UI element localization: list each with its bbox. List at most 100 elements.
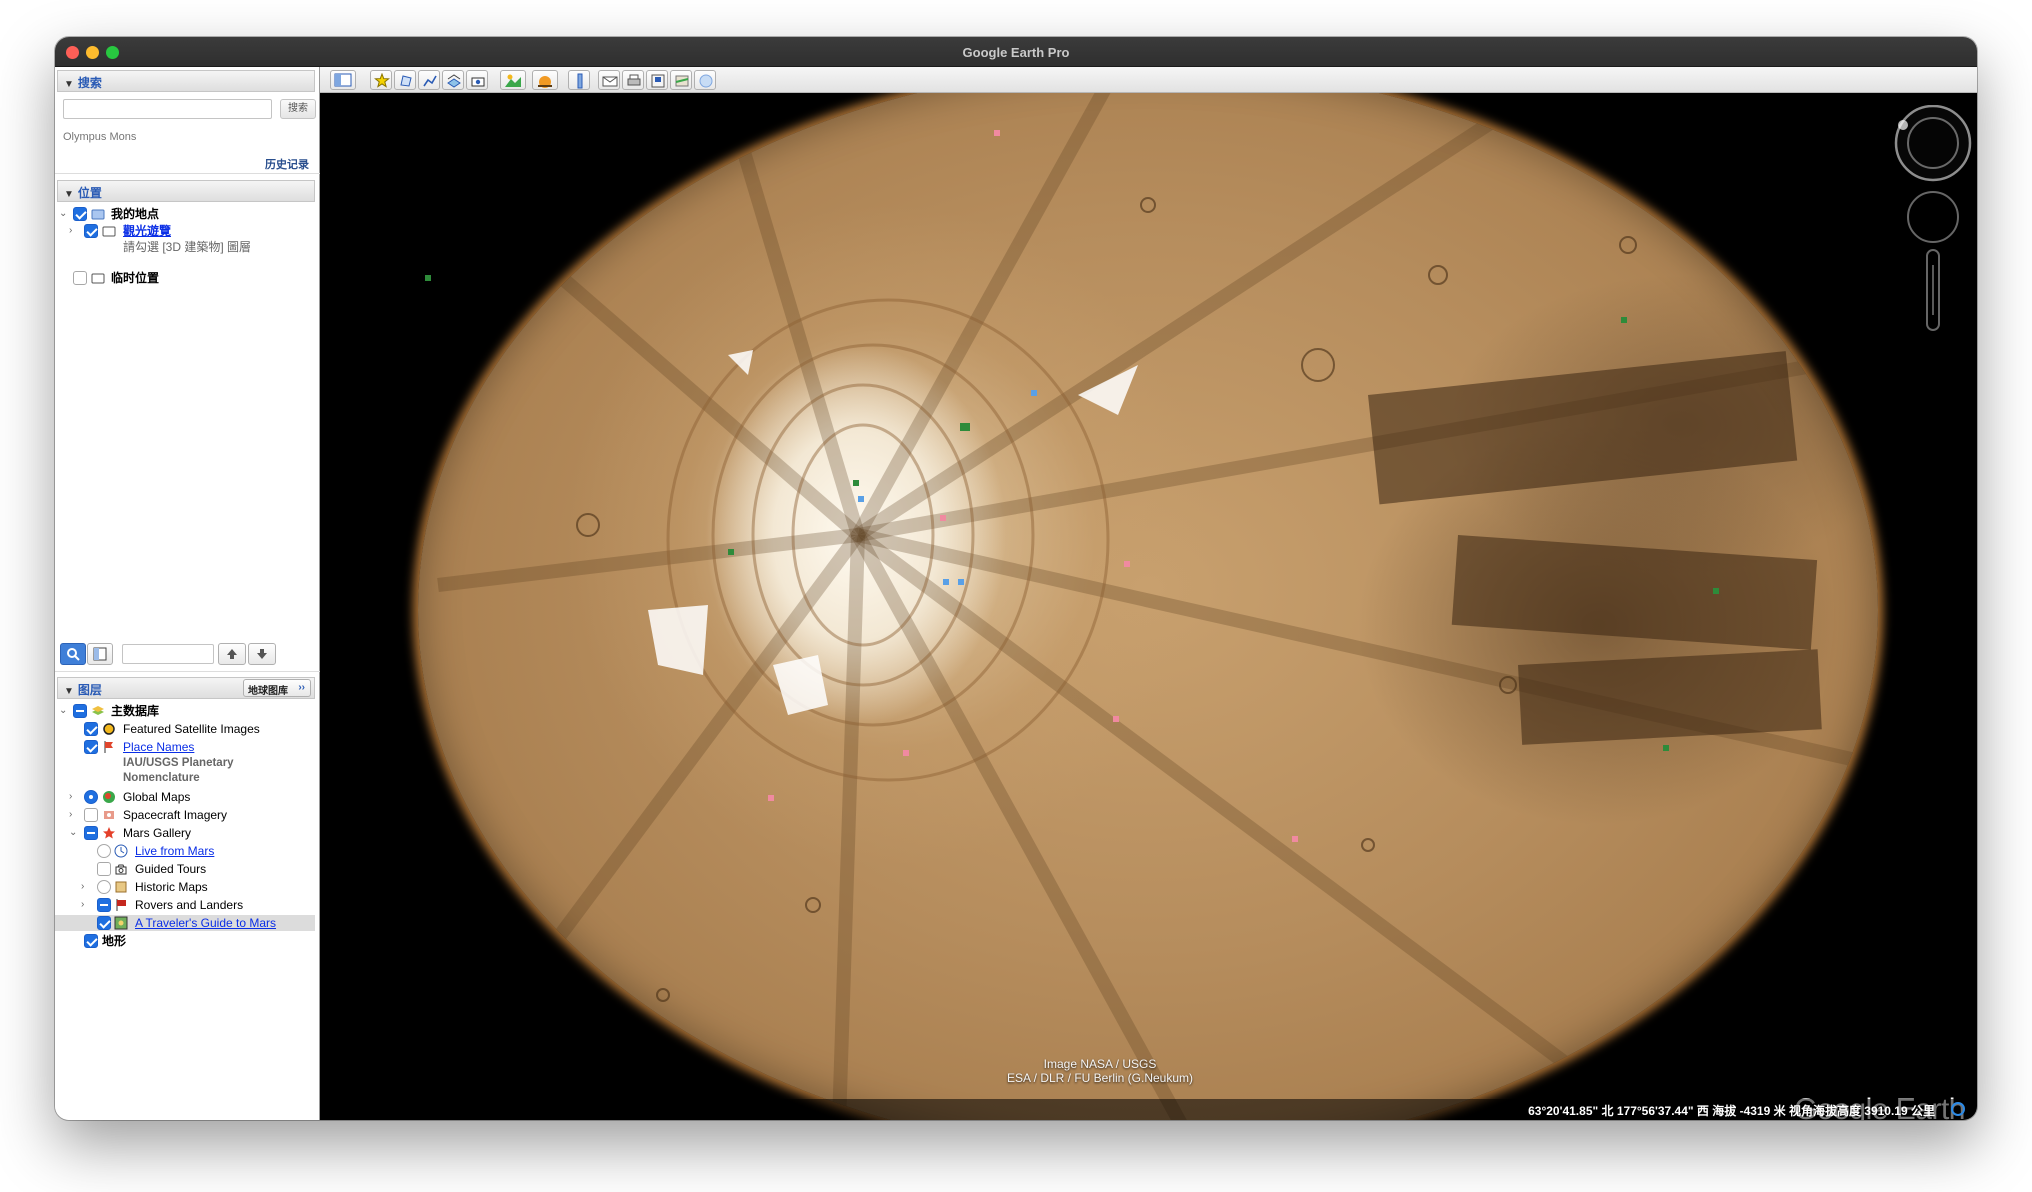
expand-arrow-icon[interactable]: › bbox=[69, 807, 72, 823]
places-item-sightseeing[interactable]: › 觀光遊覽 bbox=[55, 223, 315, 239]
search-panel-header[interactable]: ▼ 搜索 bbox=[57, 70, 315, 92]
search-input[interactable] bbox=[63, 99, 272, 119]
map-marker-icon[interactable] bbox=[853, 480, 859, 486]
panel-splitter[interactable] bbox=[55, 173, 320, 177]
layer-primary-database[interactable]: ⌄ 主数据库 bbox=[55, 703, 315, 719]
earth-gallery-button[interactable]: 地球图库 ›› bbox=[243, 679, 311, 697]
checkbox[interactable] bbox=[97, 862, 111, 876]
places-item-label: 我的地点 bbox=[111, 207, 160, 221]
checkbox[interactable] bbox=[84, 740, 98, 754]
places-panel-header[interactable]: ▼ 位置 bbox=[57, 180, 315, 202]
map-marker-icon[interactable] bbox=[903, 750, 909, 756]
map-marker-icon[interactable] bbox=[958, 579, 964, 585]
checkbox[interactable] bbox=[84, 826, 98, 840]
print-button[interactable] bbox=[622, 70, 644, 90]
checkbox[interactable] bbox=[97, 916, 111, 930]
map-marker-icon[interactable] bbox=[1621, 317, 1627, 323]
layer-historic-maps[interactable]: › Historic Maps bbox=[55, 879, 315, 895]
layer-rovers-landers[interactable]: › Rovers and Landers bbox=[55, 897, 315, 913]
map-marker-icon[interactable] bbox=[1031, 390, 1037, 396]
layer-global-maps[interactable]: › Global Maps bbox=[55, 789, 315, 805]
expand-arrow-icon[interactable]: ⌄ bbox=[69, 825, 77, 841]
status-bar: 63°20'41.85" 北 177°56'37.44" 西 海拔 -4319 … bbox=[320, 1099, 1977, 1120]
panel-splitter[interactable] bbox=[55, 671, 320, 675]
places-item-my-places[interactable]: ⌄ 我的地点 bbox=[55, 206, 315, 222]
email-button[interactable] bbox=[598, 70, 620, 90]
historical-imagery-button[interactable] bbox=[500, 70, 526, 90]
map-marker-icon[interactable] bbox=[768, 795, 774, 801]
expand-arrow-icon[interactable]: › bbox=[69, 789, 72, 805]
look-joystick[interactable] bbox=[1894, 105, 1972, 182]
sunlight-button[interactable] bbox=[532, 70, 558, 90]
search-history-item[interactable]: Olympus Mons bbox=[63, 131, 136, 143]
add-placemark-button[interactable] bbox=[370, 70, 392, 90]
checkbox[interactable] bbox=[84, 224, 98, 238]
clock-icon bbox=[114, 844, 128, 858]
zoom-slider[interactable] bbox=[1926, 249, 1940, 331]
tour-field[interactable] bbox=[122, 644, 214, 664]
search-button[interactable]: 搜索 bbox=[280, 99, 316, 119]
globe-icon bbox=[699, 74, 713, 88]
map-marker-icon[interactable] bbox=[425, 275, 431, 281]
view-in-maps-button[interactable] bbox=[670, 70, 692, 90]
add-path-button[interactable] bbox=[418, 70, 440, 90]
layer-live-from-mars[interactable]: Live from Mars bbox=[55, 843, 315, 859]
layer-featured-satellite[interactable]: Featured Satellite Images bbox=[55, 721, 315, 737]
save-image-button[interactable] bbox=[646, 70, 668, 90]
sidebar-toggle-button[interactable] bbox=[330, 70, 356, 90]
tour-icon bbox=[471, 77, 485, 87]
mars-globe[interactable] bbox=[418, 93, 1878, 1120]
expand-arrow-icon[interactable]: ⌄ bbox=[59, 206, 67, 222]
expand-arrow-icon[interactable]: › bbox=[81, 879, 84, 895]
search-places-button[interactable] bbox=[60, 643, 86, 665]
map-marker-icon[interactable] bbox=[1663, 745, 1669, 751]
layer-terrain[interactable]: 地形 bbox=[55, 933, 315, 949]
loading-status-icon bbox=[1951, 1102, 1965, 1116]
arrow-up-icon bbox=[227, 649, 237, 659]
places-item-temporary[interactable]: 临时位置 bbox=[55, 270, 315, 286]
map-marker-icon[interactable] bbox=[728, 549, 734, 555]
layer-spacecraft-imagery[interactable]: › Spacecraft Imagery bbox=[55, 807, 315, 823]
move-down-button[interactable] bbox=[248, 643, 276, 665]
checkbox[interactable] bbox=[84, 808, 98, 822]
checkbox[interactable] bbox=[73, 207, 87, 221]
expand-arrow-icon[interactable]: › bbox=[81, 897, 84, 913]
map-marker-icon[interactable] bbox=[1292, 836, 1298, 842]
map-marker-icon[interactable] bbox=[858, 496, 864, 502]
checkbox[interactable] bbox=[84, 934, 98, 948]
add-polygon-button[interactable] bbox=[394, 70, 416, 90]
earth-3d-view[interactable]: Image NASA / USGS ESA / DLR / FU Berlin … bbox=[320, 93, 1977, 1120]
radio[interactable] bbox=[97, 844, 111, 858]
move-up-button[interactable] bbox=[218, 643, 246, 665]
record-tour-button[interactable] bbox=[466, 70, 488, 90]
map-marker-icon[interactable] bbox=[994, 130, 1000, 136]
map-marker-icon[interactable] bbox=[1713, 588, 1719, 594]
ruler-icon bbox=[577, 73, 583, 89]
move-joystick[interactable] bbox=[1907, 191, 1959, 243]
show-panel-button[interactable] bbox=[87, 643, 113, 665]
coordinates-readout: 63°20'41.85" 北 177°56'37.44" 西 海拔 -4319 … bbox=[1528, 1104, 1935, 1118]
layer-mars-gallery[interactable]: ⌄ Mars Gallery bbox=[55, 825, 315, 841]
layer-place-names[interactable]: Place Names bbox=[55, 739, 315, 755]
checkbox[interactable] bbox=[84, 722, 98, 736]
map-marker-icon[interactable] bbox=[960, 423, 970, 431]
expand-arrow-icon[interactable]: ⌄ bbox=[59, 703, 67, 719]
add-image-overlay-button[interactable] bbox=[442, 70, 464, 90]
switch-globe-button[interactable] bbox=[694, 70, 716, 90]
map-marker-icon[interactable] bbox=[1113, 716, 1119, 722]
history-link[interactable]: 历史记录 bbox=[265, 156, 309, 172]
checkbox[interactable] bbox=[73, 704, 87, 718]
map-marker-icon[interactable] bbox=[940, 515, 946, 521]
ruler-button[interactable] bbox=[568, 70, 590, 90]
layer-travelers-guide[interactable]: A Traveler's Guide to Mars bbox=[55, 915, 315, 931]
radio[interactable] bbox=[97, 880, 111, 894]
panel-icon bbox=[93, 647, 107, 661]
expand-arrow-icon[interactable]: › bbox=[69, 223, 72, 239]
layer-guided-tours[interactable]: Guided Tours bbox=[55, 861, 315, 877]
checkbox[interactable] bbox=[97, 898, 111, 912]
tour-camera-icon bbox=[115, 864, 127, 875]
map-marker-icon[interactable] bbox=[943, 579, 949, 585]
checkbox[interactable] bbox=[73, 271, 87, 285]
map-marker-icon[interactable] bbox=[1124, 561, 1130, 567]
radio[interactable] bbox=[84, 790, 98, 804]
